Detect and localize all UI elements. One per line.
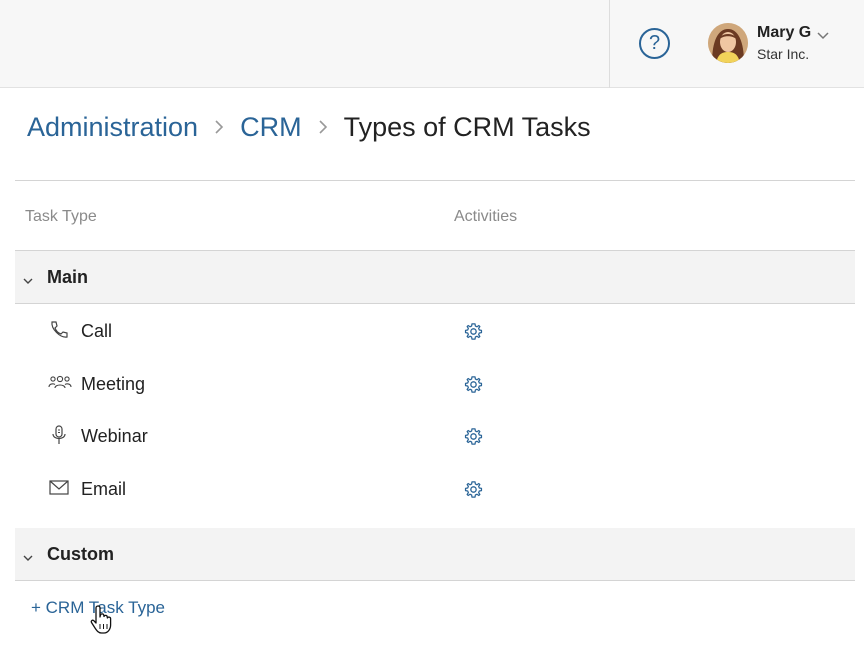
gear-icon[interactable] [464, 375, 483, 394]
hand-cursor-icon [89, 604, 117, 641]
chevron-right-icon [318, 119, 328, 135]
group-row-main[interactable]: Main [15, 251, 855, 304]
top-bar: ? Mary G Star Inc. [0, 0, 864, 88]
group-row-custom[interactable]: Custom [15, 528, 855, 581]
page-title: Types of CRM Tasks [343, 111, 591, 142]
people-icon [48, 372, 72, 394]
gear-icon[interactable] [464, 322, 483, 341]
gear-icon[interactable] [464, 427, 483, 446]
avatar[interactable] [708, 23, 748, 63]
breadcrumb: Administration CRM Types of CRM Tasks [27, 110, 591, 144]
topbar-divider [609, 0, 610, 88]
chevron-right-icon [214, 119, 224, 135]
column-header-task-type[interactable]: Task Type [25, 208, 97, 226]
row-label: Call [81, 321, 113, 341]
breadcrumb-administration[interactable]: Administration [27, 112, 198, 143]
table-row[interactable]: Meeting [15, 357, 855, 410]
group-label: Custom [47, 544, 114, 564]
envelope-icon [48, 477, 70, 499]
row-label: Email [81, 478, 127, 499]
group-label: Main [47, 267, 89, 287]
table-row[interactable]: Webinar [15, 409, 855, 462]
row-label: Webinar [81, 426, 148, 446]
table-row[interactable]: Call [15, 304, 855, 357]
chevron-down-icon[interactable] [23, 272, 33, 290]
breadcrumb-crm[interactable]: CRM [240, 112, 302, 143]
chevron-down-icon[interactable] [23, 549, 33, 567]
help-button[interactable]: ? [639, 28, 670, 59]
gear-icon[interactable] [464, 480, 483, 499]
row-spacer [15, 514, 855, 528]
table-row[interactable]: Email [15, 462, 855, 515]
column-header-activities: Activities [454, 208, 518, 225]
user-organization: Star Inc. [757, 46, 810, 62]
chevron-down-icon[interactable] [817, 27, 829, 45]
table-header: Task Type Activities [15, 181, 855, 251]
user-name[interactable]: Mary G [757, 24, 811, 42]
row-label: Meeting [81, 373, 146, 394]
phone-icon [48, 319, 70, 341]
microphone-icon [48, 424, 70, 446]
task-types-table: Task Type Activities Main Call Meeting W… [15, 180, 855, 581]
